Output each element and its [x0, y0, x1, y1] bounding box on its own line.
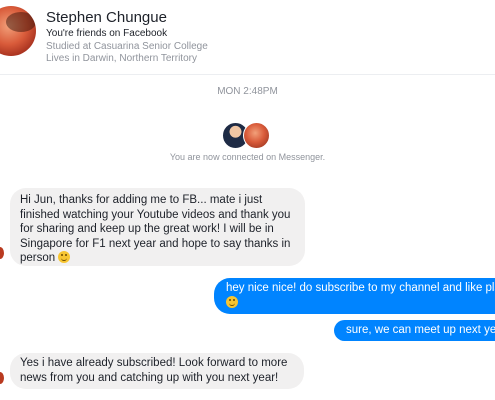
conversation-header: Stephen Chungue You're friends on Facebo…: [0, 0, 495, 75]
message-bubble-outgoing[interactable]: hey nice nice! do subscribe to my channe…: [214, 278, 495, 314]
grin-emoji-icon: [226, 295, 238, 308]
message-bubble-outgoing[interactable]: sure, we can meet up next year: [334, 320, 495, 341]
contact-avatar[interactable]: [0, 6, 36, 56]
education-info: Studied at Casuarina Senior College: [46, 41, 208, 52]
sender-avatar[interactable]: [0, 372, 4, 384]
location-info: Lives in Darwin, Northern Territory: [46, 53, 197, 64]
message-text: hey nice nice! do subscribe to my channe…: [226, 282, 495, 294]
contact-name[interactable]: Stephen Chungue: [46, 9, 167, 26]
message-text: sure, we can meet up next year: [346, 324, 495, 336]
smile-emoji-icon: [58, 251, 71, 263]
message-text: Yes i have already subscribed! Look forw…: [20, 357, 288, 384]
friends-status: You're friends on Facebook: [46, 28, 168, 39]
contact-avatar-small: [243, 122, 270, 149]
sender-avatar[interactable]: [0, 247, 4, 259]
connected-notice: You are now connected on Messenger.: [169, 152, 326, 162]
message-bubble-incoming[interactable]: Hi Jun, thanks for adding me to FB... ma…: [10, 188, 305, 266]
message-bubble-incoming[interactable]: Yes i have already subscribed! Look forw…: [10, 353, 304, 389]
conversation-timestamp: MON 2:48PM: [217, 86, 278, 97]
connected-avatars: [222, 122, 270, 150]
